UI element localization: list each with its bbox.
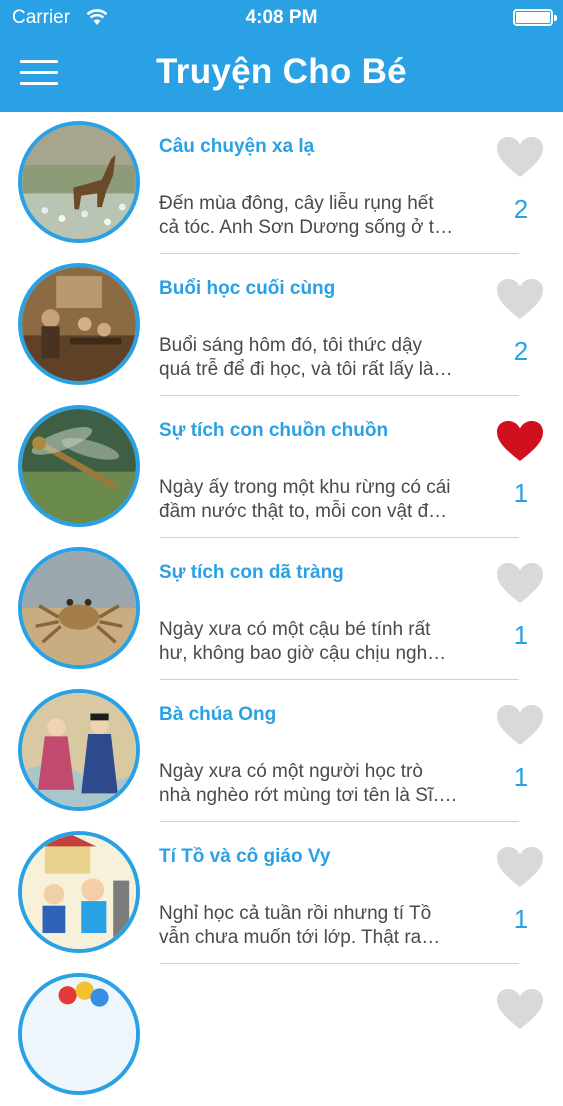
story-title: Tí Tồ và cô giáo Vy bbox=[159, 846, 331, 867]
story-thumbnail bbox=[18, 121, 140, 243]
story-thumbnail bbox=[18, 263, 140, 385]
story-description: Ngày xưa có một người học trò nhà nghèo r… bbox=[159, 761, 458, 806]
story-description: Ngày xưa có một cậu bé tính rất hư, không… bbox=[159, 619, 447, 664]
story-thumbnail bbox=[18, 973, 140, 1095]
page-title: Truyện Cho Bé bbox=[156, 52, 407, 91]
like-count: 1 bbox=[513, 620, 529, 650]
story-thumbnail bbox=[18, 405, 140, 527]
list-item[interactable]: Buổi học cuối cùng Buổi sáng hôm đó, tôi… bbox=[0, 254, 563, 396]
like-count: 1 bbox=[513, 904, 529, 934]
status-bar: Carrier 4:08 PM bbox=[0, 0, 563, 36]
like-count: 2 bbox=[513, 194, 529, 224]
battery-icon bbox=[513, 9, 557, 26]
list-item[interactable]: Bà chúa Ong Ngày xưa có một người học tr… bbox=[0, 680, 563, 822]
list-item[interactable] bbox=[0, 964, 563, 1106]
heart-icon[interactable] bbox=[496, 420, 544, 462]
story-description: Ngày ấy trong một khu rừng có cái đầm nướ… bbox=[159, 477, 451, 522]
nav-bar: Carrier 4:08 PM Truyện Cho Bé bbox=[0, 0, 563, 112]
like-count: 2 bbox=[513, 336, 529, 366]
heart-icon[interactable] bbox=[496, 988, 544, 1030]
heart-icon[interactable] bbox=[496, 846, 544, 888]
heart-icon[interactable] bbox=[496, 278, 544, 320]
list-item[interactable]: Câu chuyện xa lạ Đến mùa đông, cây liễu … bbox=[0, 112, 563, 254]
list-item[interactable]: Tí Tồ và cô giáo Vy Nghỉ học cả tuần rồi… bbox=[0, 822, 563, 964]
story-thumbnail bbox=[18, 689, 140, 811]
story-description: Đến mùa đông, cây liễu rụng hết cả tóc. A… bbox=[159, 193, 454, 238]
like-count: 1 bbox=[513, 478, 529, 508]
story-title: Bà chúa Ong bbox=[159, 704, 277, 725]
like-count: 1 bbox=[513, 762, 529, 792]
story-thumbnail bbox=[18, 547, 140, 669]
heart-icon[interactable] bbox=[496, 136, 544, 178]
story-title: Sự tích con dã tràng bbox=[159, 562, 344, 583]
story-description: Nghỉ học cả tuần rồi nhưng tí Tồ vẫn chưa… bbox=[159, 903, 441, 948]
story-thumbnail bbox=[18, 831, 140, 953]
story-title: Buổi học cuối cùng bbox=[159, 278, 336, 299]
story-description: Buổi sáng hôm đó, tôi thức dậy quá trễ để… bbox=[159, 335, 453, 380]
list-item[interactable]: Sự tích con chuồn chuồn Ngày ấy trong mộ… bbox=[0, 396, 563, 538]
clock: 4:08 PM bbox=[245, 7, 318, 28]
story-title: Câu chuyện xa lạ bbox=[159, 136, 315, 157]
heart-icon[interactable] bbox=[496, 562, 544, 604]
story-title: Sự tích con chuồn chuồn bbox=[159, 420, 389, 441]
list-item[interactable]: Sự tích con dã tràng Ngày xưa có một cậu… bbox=[0, 538, 563, 680]
heart-icon[interactable] bbox=[496, 704, 544, 746]
